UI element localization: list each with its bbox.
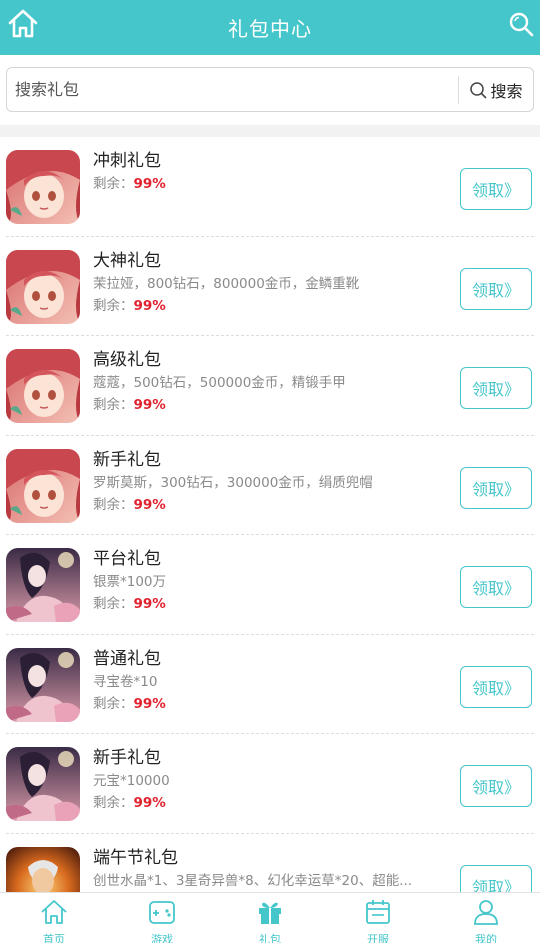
- gift-title: 冲刺礼包: [93, 151, 161, 171]
- claim-button[interactable]: 领取》: [460, 864, 532, 892]
- gift-title: 普通礼包: [93, 648, 161, 669]
- game-thumbnail[interactable]: [6, 747, 80, 821]
- claim-button[interactable]: 领取》: [460, 168, 532, 210]
- calendar-icon: [364, 899, 392, 929]
- gift-row[interactable]: 新手礼包 罗斯莫斯，300钻石，300000金币，绢质兜帽 剩余：99% 领取》: [6, 436, 534, 535]
- gift-row[interactable]: 平台礼包 银票*100万 剩余：99% 领取》: [6, 535, 534, 635]
- gift-description: 蔻蔻，500钻石，500000金币，精锻手甲: [93, 375, 346, 391]
- remaining-label: 剩余：: [93, 397, 134, 413]
- tab-label: 首页: [43, 933, 65, 943]
- search-box: 搜索: [6, 67, 534, 112]
- app-root: 礼包中心 搜索礼包 搜索 冲刺礼包 剩余：99% 领取》 大神礼包 茉拉娅，80…: [0, 0, 540, 943]
- claim-button[interactable]: 领取》: [460, 566, 532, 608]
- top-header: 礼包中心: [0, 0, 540, 55]
- gift-row[interactable]: 端午节礼包 创世水晶*1、3星奇异兽*8、幻化幸运草*20、超能... 剩余：9…: [6, 834, 534, 893]
- gift-icon: [256, 899, 284, 929]
- gift-title: 新手礼包: [93, 748, 161, 768]
- bottom-tab-bar: 首页 游戏 礼包 开服 我的: [0, 892, 540, 943]
- gift-list: 冲刺礼包 剩余：99% 领取》 大神礼包 茉拉娅，800钻石，800000金币，…: [0, 137, 540, 892]
- gift-info: 新手礼包 元宝*10000 剩余：99%: [93, 746, 438, 814]
- gift-info: 新手礼包 罗斯莫斯，300钻石，300000金币，绢质兜帽 剩余：99%: [93, 448, 438, 516]
- gift-remaining: 剩余：99%: [93, 792, 438, 814]
- tab-gift[interactable]: 礼包: [216, 893, 324, 943]
- gift-description: 元宝*10000: [93, 773, 170, 789]
- remaining-value: 99%: [133, 176, 166, 192]
- remaining-value: 99%: [133, 496, 166, 513]
- game-thumbnail[interactable]: [6, 249, 80, 324]
- remaining-value: 99%: [133, 297, 166, 314]
- gift-title: 大神礼包: [93, 250, 161, 271]
- claim-button[interactable]: 领取》: [460, 665, 532, 708]
- gift-remaining: 剩余：99%: [93, 494, 438, 516]
- remaining-value: 99%: [133, 795, 166, 811]
- gift-row[interactable]: 大神礼包 茉拉娅，800钻石，800000金币，金鳞重靴 剩余：99% 领取》: [6, 237, 534, 336]
- game-thumbnail[interactable]: [6, 846, 80, 892]
- remaining-label: 剩余：: [93, 596, 134, 612]
- search-icon[interactable]: [508, 11, 534, 37]
- game-thumbnail[interactable]: [6, 150, 80, 224]
- gift-remaining: 剩余：99%: [93, 173, 438, 195]
- gift-title: 新手礼包: [93, 449, 161, 470]
- tab-calendar[interactable]: 开服: [324, 893, 432, 943]
- gift-title: 端午节礼包: [93, 847, 178, 868]
- gift-description: 创世水晶*1、3星奇异兽*8、幻化幸运草*20、超能...: [93, 872, 413, 889]
- gift-description: 银票*100万: [93, 574, 167, 590]
- remaining-value: 99%: [133, 596, 166, 612]
- tab-gamepad[interactable]: 游戏: [108, 893, 216, 943]
- gift-row[interactable]: 普通礼包 寻宝卷*10 剩余：99% 领取》: [6, 635, 534, 734]
- remaining-value: 99%: [133, 397, 166, 413]
- search-button[interactable]: 搜索: [459, 68, 533, 111]
- gift-title: 平台礼包: [93, 549, 161, 569]
- gift-info: 端午节礼包 创世水晶*1、3星奇异兽*8、幻化幸运草*20、超能... 剩余：9…: [93, 846, 438, 893]
- game-thumbnail[interactable]: [6, 349, 80, 423]
- home-icon[interactable]: [6, 6, 40, 40]
- game-thumbnail[interactable]: [6, 647, 80, 722]
- tab-label: 礼包: [259, 933, 281, 943]
- gift-info: 普通礼包 寻宝卷*10 剩余：99%: [93, 647, 438, 715]
- tab-user[interactable]: 我的: [432, 893, 540, 943]
- home-icon: [40, 899, 68, 929]
- gift-row[interactable]: 高级礼包 蔻蔻，500钻石，500000金币，精锻手甲 剩余：99% 领取》: [6, 336, 534, 436]
- search-icon: [470, 81, 487, 98]
- gift-info: 冲刺礼包 剩余：99%: [93, 149, 438, 195]
- remaining-label: 剩余：: [93, 297, 134, 314]
- claim-button[interactable]: 领取》: [460, 267, 532, 310]
- claim-button[interactable]: 领取》: [460, 367, 532, 409]
- gift-remaining: 剩余：99%: [93, 693, 438, 715]
- gift-info: 大神礼包 茉拉娅，800钻石，800000金币，金鳞重靴 剩余：99%: [93, 249, 438, 317]
- gift-description: 茉拉娅，800钻石，800000金币，金鳞重靴: [93, 275, 360, 292]
- game-thumbnail[interactable]: [6, 448, 80, 523]
- claim-button[interactable]: 领取》: [460, 765, 532, 807]
- remaining-label: 剩余：: [93, 176, 134, 192]
- gift-remaining: 剩余：99%: [93, 593, 438, 615]
- gift-info: 平台礼包 银票*100万 剩余：99%: [93, 547, 438, 615]
- tab-label: 游戏: [151, 933, 173, 943]
- remaining-label: 剩余：: [93, 695, 134, 712]
- search-button-label: 搜索: [490, 81, 523, 101]
- user-icon: [472, 899, 500, 929]
- gift-description: 罗斯莫斯，300钻石，300000金币，绢质兜帽: [93, 474, 373, 491]
- search-bar: 搜索: [0, 55, 540, 125]
- section-divider: [0, 125, 540, 137]
- claim-button[interactable]: 领取》: [460, 466, 532, 509]
- remaining-label: 剩余：: [93, 795, 134, 811]
- page-title: 礼包中心: [228, 17, 312, 41]
- gift-title: 高级礼包: [93, 350, 161, 370]
- tab-label: 开服: [367, 933, 389, 943]
- search-input[interactable]: [7, 68, 458, 111]
- gift-row[interactable]: 新手礼包 元宝*10000 剩余：99% 领取》: [6, 734, 534, 834]
- gift-description: 寻宝卷*10: [93, 673, 158, 690]
- tab-home[interactable]: 首页: [0, 893, 108, 943]
- remaining-value: 99%: [133, 695, 166, 712]
- gamepad-icon: [148, 899, 176, 929]
- remaining-label: 剩余：: [93, 496, 134, 513]
- game-thumbnail[interactable]: [6, 548, 80, 622]
- gift-info: 高级礼包 蔻蔻，500钻石，500000金币，精锻手甲 剩余：99%: [93, 348, 438, 416]
- gift-remaining: 剩余：99%: [93, 394, 438, 416]
- gift-remaining: 剩余：99%: [93, 295, 438, 317]
- tab-label: 我的: [475, 933, 497, 943]
- gift-row[interactable]: 冲刺礼包 剩余：99% 领取》: [6, 137, 534, 237]
